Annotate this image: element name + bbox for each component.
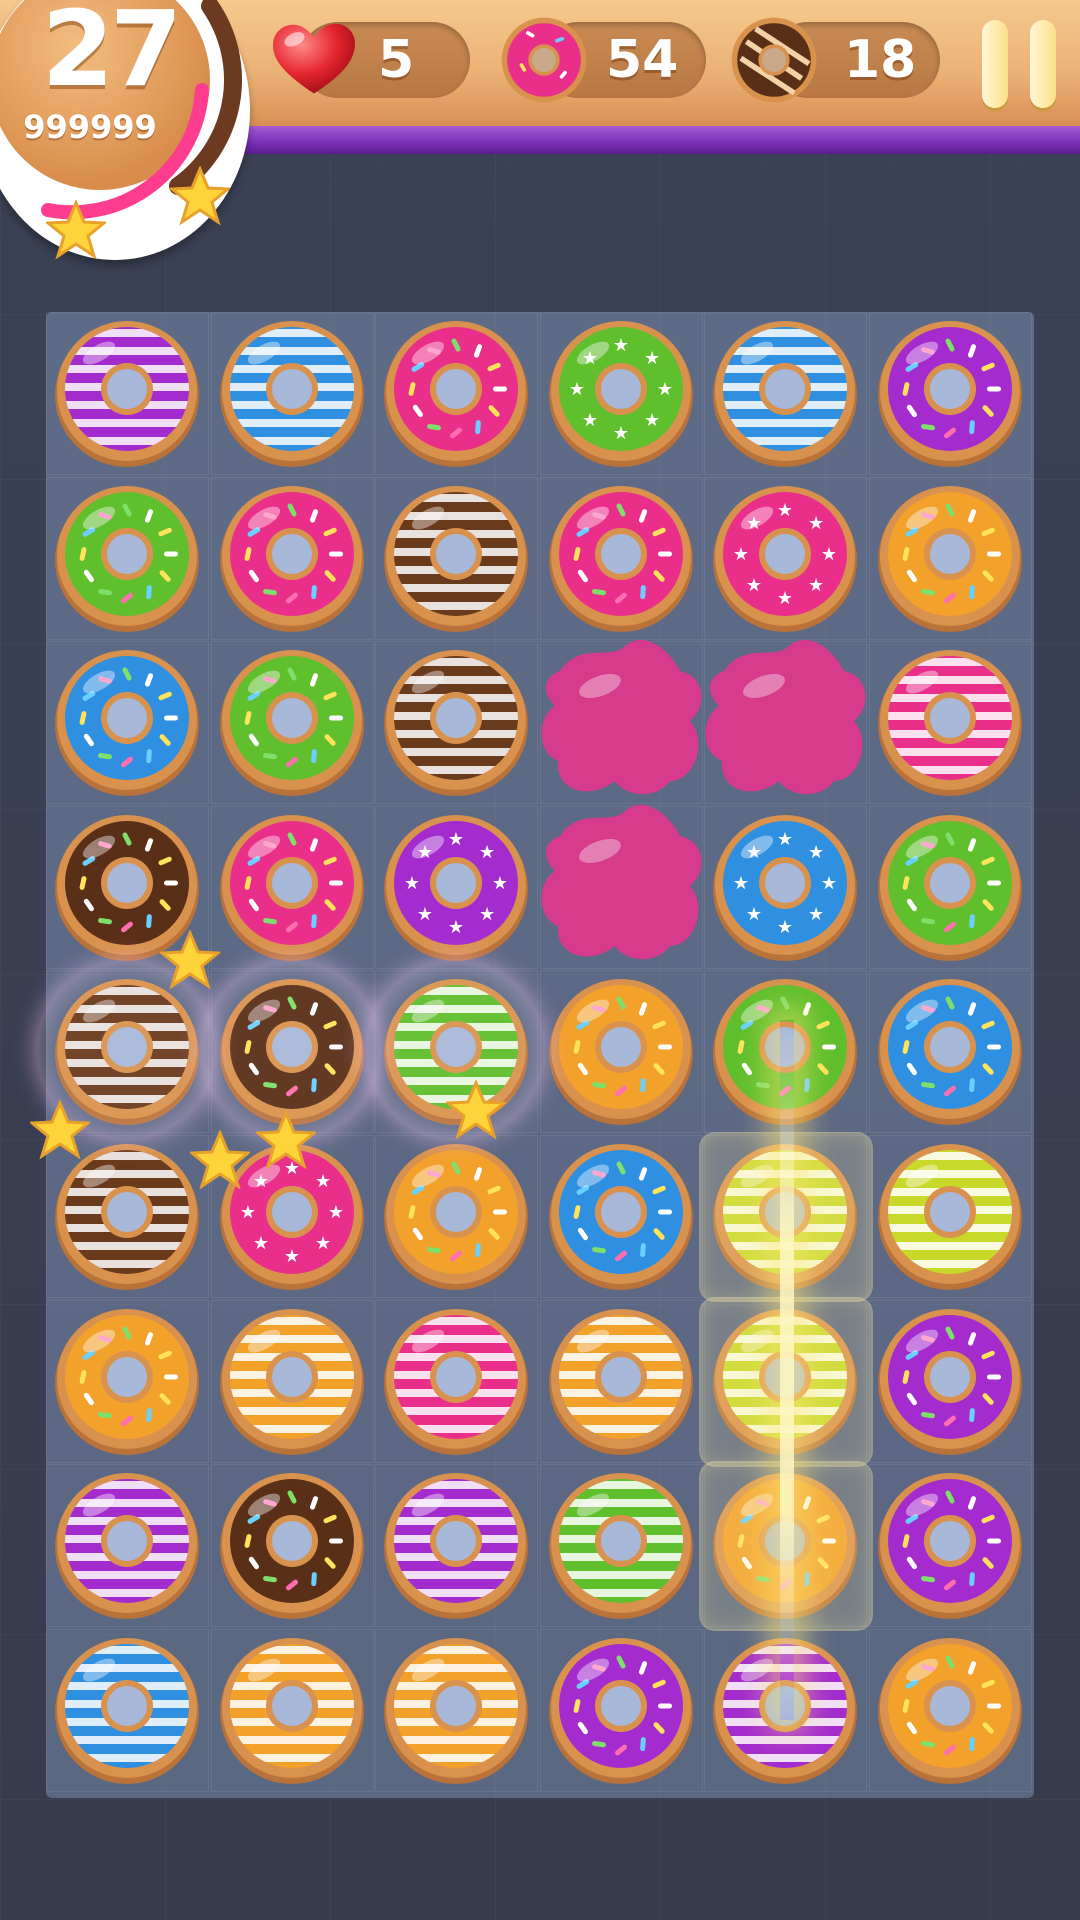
- donut-orange-striped[interactable]: [376, 1630, 536, 1790]
- donut-brown-striped[interactable]: [376, 642, 536, 802]
- sparkle-star-icon: [30, 1100, 90, 1160]
- donut-orange-sprinkles[interactable]: [376, 1136, 536, 1296]
- svg-text:★: ★: [821, 544, 837, 565]
- pink-donut-goal-value: 54: [606, 30, 679, 90]
- svg-text:★: ★: [479, 904, 495, 925]
- donut-pink-sprinkles[interactable]: [212, 807, 372, 967]
- svg-text:★: ★: [479, 842, 495, 863]
- svg-text:★: ★: [746, 575, 762, 596]
- svg-text:★: ★: [582, 410, 598, 431]
- donut-purple-striped[interactable]: [376, 1465, 536, 1625]
- donut-orange-sprinkles[interactable]: [541, 971, 701, 1131]
- donut-pink-sprinkles[interactable]: [212, 478, 372, 638]
- pause-button[interactable]: [980, 20, 1060, 108]
- jelly-blocker: [530, 631, 710, 815]
- svg-text:★: ★: [252, 1233, 268, 1254]
- svg-text:★: ★: [808, 512, 824, 533]
- donut-brown-striped[interactable]: [376, 478, 536, 638]
- donut-yellow-striped[interactable]: [870, 1136, 1030, 1296]
- donut-green-sprinkles[interactable]: [870, 807, 1030, 967]
- svg-text:★: ★: [644, 410, 660, 431]
- donut-purple-sprinkles[interactable]: [870, 1465, 1030, 1625]
- svg-text:★: ★: [448, 829, 464, 850]
- svg-text:★: ★: [777, 588, 793, 609]
- svg-text:★: ★: [657, 379, 673, 400]
- svg-text:★: ★: [808, 575, 824, 596]
- donut-pink-sprinkles[interactable]: [376, 313, 536, 473]
- svg-text:★: ★: [644, 348, 660, 369]
- donut-pink-striped[interactable]: [376, 1301, 536, 1461]
- svg-text:★: ★: [417, 904, 433, 925]
- donut-green-stars[interactable]: ★ ★ ★ ★ ★ ★ ★ ★: [541, 313, 701, 473]
- svg-text:★: ★: [733, 544, 749, 565]
- donut-green-sprinkles[interactable]: [47, 478, 207, 638]
- donut-blue-sprinkles[interactable]: [47, 642, 207, 802]
- level-star-icon: [46, 200, 106, 260]
- heart-icon: [272, 23, 356, 94]
- chocolate-donut-icon: [731, 17, 817, 103]
- donut-blue-striped[interactable]: [47, 1630, 207, 1790]
- donut-green-sprinkles[interactable]: [212, 642, 372, 802]
- donut-blue-sprinkles[interactable]: [541, 1136, 701, 1296]
- svg-text:★: ★: [777, 829, 793, 850]
- pause-icon-bar: [1030, 20, 1056, 108]
- donut-purple-stars[interactable]: ★ ★ ★ ★ ★ ★ ★ ★: [376, 807, 536, 967]
- jelly-blocker: [694, 631, 874, 815]
- svg-text:★: ★: [821, 873, 837, 894]
- donut-purple-sprinkles[interactable]: [541, 1630, 701, 1790]
- donut-orange-sprinkles[interactable]: [870, 1630, 1030, 1790]
- pause-icon: [982, 20, 1008, 108]
- svg-text:★: ★: [777, 500, 793, 521]
- svg-text:★: ★: [613, 335, 629, 356]
- svg-text:★: ★: [448, 917, 464, 938]
- brown-donut-goal-value: 18: [844, 30, 917, 90]
- sparkle-star-icon: [160, 930, 220, 990]
- donut-pink-sprinkles[interactable]: [541, 478, 701, 638]
- level-star-icon: [170, 166, 230, 226]
- lives-value: 5: [378, 30, 415, 90]
- line-blast-beam: [780, 1020, 794, 1720]
- donut-blue-striped[interactable]: [212, 313, 372, 473]
- donut-orange-striped[interactable]: [212, 1630, 372, 1790]
- donut-purple-striped[interactable]: [47, 313, 207, 473]
- donut-purple-sprinkles[interactable]: [870, 1301, 1030, 1461]
- donut-orange-striped[interactable]: [541, 1301, 701, 1461]
- svg-text:★: ★: [733, 873, 749, 894]
- svg-text:★: ★: [777, 917, 793, 938]
- svg-text:★: ★: [315, 1171, 331, 1192]
- donut-pink-stars[interactable]: ★ ★ ★ ★ ★ ★ ★ ★: [705, 478, 865, 638]
- jelly-blocker: [530, 796, 710, 980]
- svg-text:★: ★: [240, 1202, 256, 1223]
- svg-text:★: ★: [404, 873, 420, 894]
- donut-blue-sprinkles[interactable]: [870, 971, 1030, 1131]
- donut-purple-striped[interactable]: [47, 1465, 207, 1625]
- svg-text:★: ★: [315, 1233, 331, 1254]
- donut-green-striped[interactable]: [541, 1465, 701, 1625]
- pink-donut-icon: [501, 17, 587, 103]
- donut-purple-sprinkles[interactable]: [870, 313, 1030, 473]
- sparkle-star-icon: [446, 1080, 506, 1140]
- svg-text:★: ★: [328, 1202, 344, 1223]
- donut-chocolate-sprinkles[interactable]: [212, 1465, 372, 1625]
- donut-orange-sprinkles[interactable]: [47, 1301, 207, 1461]
- donut-orange-striped[interactable]: [212, 1301, 372, 1461]
- svg-text:★: ★: [613, 423, 629, 444]
- sparkle-star-icon: [190, 1130, 250, 1190]
- svg-text:★: ★: [492, 873, 508, 894]
- donut-blue-striped[interactable]: [705, 313, 865, 473]
- donut-orange-sprinkles[interactable]: [870, 478, 1030, 638]
- donut-brown-striped[interactable]: [47, 1136, 207, 1296]
- svg-text:★: ★: [284, 1246, 300, 1267]
- svg-text:★: ★: [808, 842, 824, 863]
- donut-blue-stars[interactable]: ★ ★ ★ ★ ★ ★ ★ ★: [705, 807, 865, 967]
- game-board: ★ ★ ★ ★ ★ ★ ★ ★ ★ ★ ★ ★ ★ ★ ★ ★ ★ ★ ★ ★ ★ ★ ★ ★ ★ ★ ★ ★ ★ ★ ★ ★ ★ ★ ★ ★ ★ ★ ★ ★: [38, 312, 1034, 1798]
- sparkle-star-icon: [256, 1110, 316, 1170]
- donut-pink-striped[interactable]: [870, 642, 1030, 802]
- svg-text:★: ★: [569, 379, 585, 400]
- svg-text:★: ★: [808, 904, 824, 925]
- svg-text:★: ★: [746, 904, 762, 925]
